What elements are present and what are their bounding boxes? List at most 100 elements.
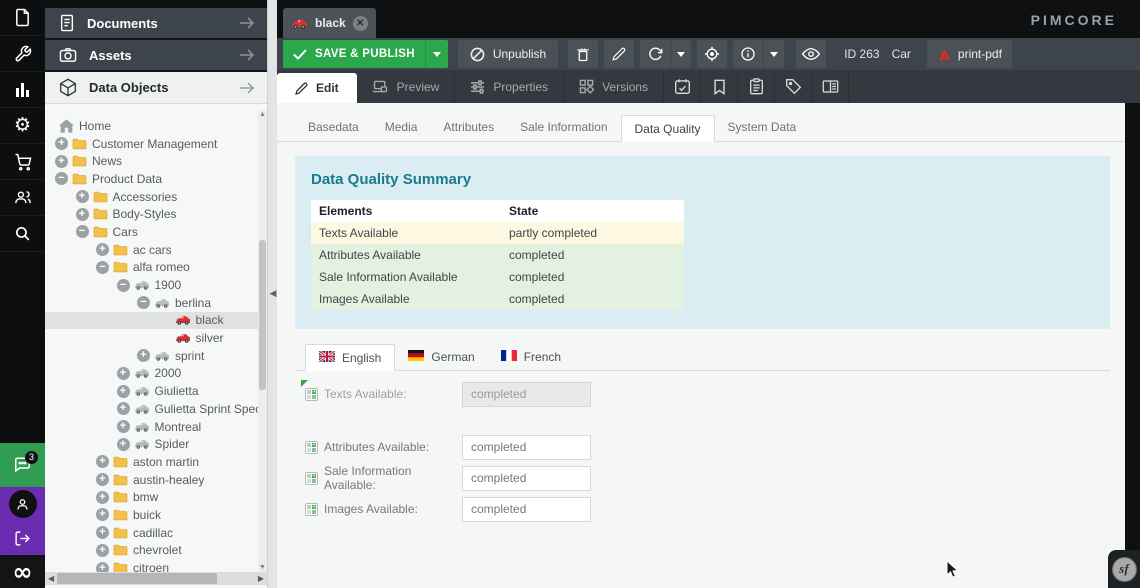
tree-item-citroen[interactable]: +citroen: [45, 559, 258, 572]
save-dropdown[interactable]: [425, 40, 448, 68]
expand-icon[interactable]: +: [96, 526, 109, 539]
tree-item-2000[interactable]: +2000: [45, 365, 258, 383]
rename-button[interactable]: [604, 40, 634, 68]
tab-bookmark[interactable]: [701, 70, 738, 103]
expand-icon[interactable]: +: [96, 562, 109, 572]
tree-item-cars[interactable]: −Cars: [45, 223, 258, 241]
tree-item-black[interactable]: black: [45, 312, 258, 330]
notifications-button[interactable]: 3: [0, 443, 45, 487]
tab-schedule[interactable]: [664, 70, 701, 103]
language-tab-french[interactable]: French: [488, 343, 574, 370]
panel-splitter[interactable]: ◀: [267, 0, 277, 588]
tab-notes[interactable]: [738, 70, 775, 103]
tree-item-body-styles[interactable]: +Body-Styles: [45, 205, 258, 223]
tree-item-cadillac[interactable]: +cadillac: [45, 524, 258, 542]
tree-item-berlina[interactable]: −berlina: [45, 294, 258, 312]
expand-icon[interactable]: +: [96, 508, 109, 521]
panel-assets[interactable]: Assets: [45, 40, 267, 72]
tab-tags[interactable]: [775, 70, 812, 103]
subtab-system-data[interactable]: System Data: [715, 114, 810, 141]
logout-button[interactable]: [0, 521, 45, 555]
tree-item-aston-martin[interactable]: +aston martin: [45, 453, 258, 471]
tree-item-bmw[interactable]: +bmw: [45, 488, 258, 506]
tab-properties[interactable]: Properties: [455, 70, 564, 103]
expand-icon[interactable]: +: [117, 420, 130, 433]
tab-layout[interactable]: [812, 70, 849, 103]
info-dropdown[interactable]: [763, 40, 784, 68]
user-profile-button[interactable]: [0, 487, 45, 521]
tree-item-buick[interactable]: +buick: [45, 506, 258, 524]
print-pdf-button[interactable]: print-pdf: [927, 40, 1012, 68]
pimcore-logo[interactable]: ∞: [0, 555, 45, 588]
reload-dropdown[interactable]: [670, 40, 691, 68]
scroll-left-icon[interactable]: ◀: [48, 572, 54, 585]
tree-item-chevrolet[interactable]: +chevrolet: [45, 542, 258, 560]
open-preview-button[interactable]: [796, 40, 826, 68]
tree-item-home[interactable]: Home: [45, 117, 258, 135]
expand-icon[interactable]: +: [96, 544, 109, 557]
rail-tools-button[interactable]: [0, 36, 45, 72]
expand-icon[interactable]: +: [137, 349, 150, 362]
close-icon[interactable]: ✕: [353, 16, 368, 31]
subtab-basedata[interactable]: Basedata: [295, 114, 372, 141]
tree-item-news[interactable]: +News: [45, 152, 258, 170]
scroll-down-icon[interactable]: ▼: [258, 564, 267, 571]
language-tab-english[interactable]: English: [305, 344, 395, 371]
tree-item-giulietta[interactable]: +Giulietta: [45, 382, 258, 400]
field-input-sale-information-available[interactable]: [462, 466, 591, 491]
tree-item-alfa-romeo[interactable]: −alfa romeo: [45, 259, 258, 277]
tree-item-silver[interactable]: silver: [45, 329, 258, 347]
tree-vscroll-thumb[interactable]: [259, 240, 266, 390]
tree-item-ac-cars[interactable]: +ac cars: [45, 241, 258, 259]
collapse-icon[interactable]: −: [76, 225, 89, 238]
rail-customers-button[interactable]: [0, 180, 45, 216]
tree-item-product-data[interactable]: −Product Data: [45, 170, 258, 188]
tree-item-sprint[interactable]: +sprint: [45, 347, 258, 365]
panel-documents[interactable]: Documents: [45, 8, 267, 40]
tree-item-austin-healey[interactable]: +austin-healey: [45, 471, 258, 489]
tree-item-customer-management[interactable]: +Customer Management: [45, 135, 258, 153]
expand-icon[interactable]: +: [96, 491, 109, 504]
tab-black[interactable]: black ✕: [283, 8, 376, 38]
field-input-images-available[interactable]: [462, 497, 591, 522]
info-button[interactable]: [733, 40, 763, 68]
collapse-icon[interactable]: −: [137, 296, 150, 309]
rail-ecommerce-button[interactable]: [0, 144, 45, 180]
rail-search-button[interactable]: [0, 216, 45, 252]
expand-icon[interactable]: +: [117, 385, 130, 398]
collapse-icon[interactable]: −: [117, 279, 130, 292]
scroll-up-icon[interactable]: ▲: [258, 111, 267, 118]
tab-edit[interactable]: Edit: [277, 73, 357, 103]
tree-horizontal-scrollbar[interactable]: ◀ ▶: [45, 572, 267, 585]
expand-icon[interactable]: +: [55, 155, 68, 168]
tree-item-gulietta-sprint-specia[interactable]: +Gulietta Sprint Specia: [45, 400, 258, 418]
expand-icon[interactable]: +: [96, 455, 109, 468]
expand-icon[interactable]: +: [117, 402, 130, 415]
subtab-media[interactable]: Media: [372, 114, 431, 141]
debug-toolbar-button[interactable]: sf: [1108, 550, 1140, 588]
expand-icon[interactable]: +: [117, 438, 130, 451]
collapse-icon[interactable]: −: [55, 172, 68, 185]
unpublish-button[interactable]: Unpublish: [458, 40, 558, 68]
save-publish-button[interactable]: SAVE & PUBLISH: [283, 40, 448, 68]
subtab-attributes[interactable]: Attributes: [430, 114, 507, 141]
expand-icon[interactable]: +: [96, 243, 109, 256]
rail-documents-button[interactable]: [0, 0, 45, 36]
tab-versions[interactable]: Versions: [564, 70, 664, 103]
rail-settings-button[interactable]: ⚙: [0, 108, 45, 144]
language-tab-german[interactable]: German: [395, 343, 487, 370]
locate-in-tree-button[interactable]: [697, 40, 727, 68]
scroll-right-icon[interactable]: ▶: [258, 572, 264, 585]
tree-item-spider[interactable]: +Spider: [45, 435, 258, 453]
delete-button[interactable]: [568, 40, 598, 68]
tree-hscroll-thumb[interactable]: [57, 573, 217, 584]
collapse-icon[interactable]: −: [96, 261, 109, 274]
expand-icon[interactable]: +: [76, 208, 89, 221]
expand-icon[interactable]: +: [117, 367, 130, 380]
tree-item-montreal[interactable]: +Montreal: [45, 418, 258, 436]
subtab-data-quality[interactable]: Data Quality: [621, 115, 715, 142]
subtab-sale-information[interactable]: Sale Information: [507, 114, 620, 141]
tree-item-accessories[interactable]: +Accessories: [45, 188, 258, 206]
reload-button[interactable]: [640, 40, 670, 68]
field-input-texts-available[interactable]: [462, 382, 591, 407]
